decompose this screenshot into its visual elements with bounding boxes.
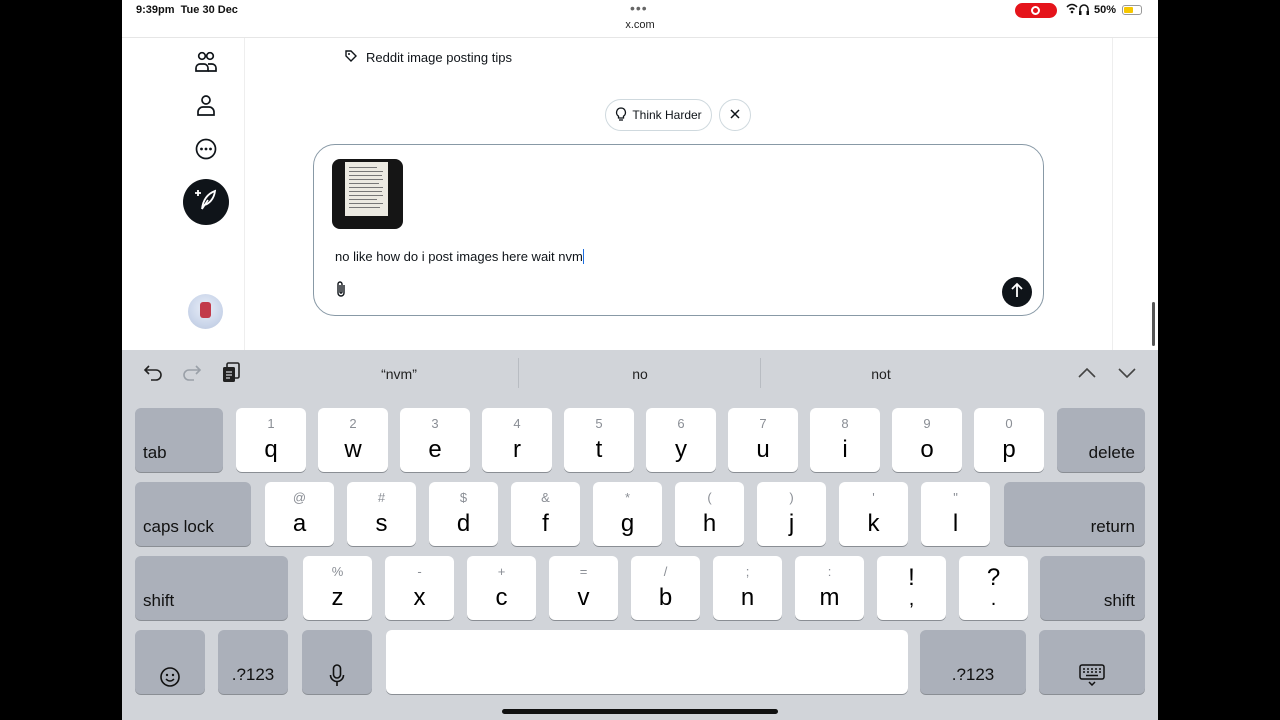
think-harder-button[interactable]: Think Harder	[605, 99, 712, 131]
status-time: 9:39pm Tue 30 Dec	[136, 4, 238, 16]
key-exclaim-comma[interactable]: !,	[877, 556, 946, 620]
key-t[interactable]: 5t	[564, 408, 634, 472]
composer-input[interactable]: no like how do i post images here wait n…	[335, 249, 585, 264]
paperclip-icon	[334, 280, 348, 303]
key-v[interactable]: = v	[549, 556, 618, 620]
suggested-prompt-label: Reddit image posting tips	[366, 50, 512, 65]
hide-keyboard-key[interactable]	[1039, 630, 1145, 694]
chevron-up-icon[interactable]	[1076, 362, 1098, 384]
key-e[interactable]: 3e	[400, 408, 470, 472]
suggested-prompt[interactable]: Reddit image posting tips	[344, 49, 512, 66]
close-icon	[730, 106, 740, 124]
composer-text: no like how do i post images here wait n…	[335, 249, 583, 264]
avatar[interactable]	[188, 294, 223, 329]
tab-key[interactable]: tab	[135, 408, 223, 472]
compose-post-button[interactable]	[183, 179, 229, 225]
key-y[interactable]: 6y	[646, 408, 716, 472]
suggestion-divider	[518, 358, 519, 388]
lightbulb-icon	[615, 106, 627, 124]
profile-icon[interactable]	[192, 91, 220, 119]
key-z[interactable]: % z	[303, 556, 372, 620]
arrow-up-icon	[1010, 282, 1024, 303]
space-key[interactable]	[386, 630, 908, 694]
suggestion-divider	[760, 358, 761, 388]
key-g[interactable]: * g	[593, 482, 662, 546]
key-c[interactable]: + c	[467, 556, 536, 620]
record-icon	[1031, 6, 1040, 15]
more-icon[interactable]	[192, 135, 220, 163]
battery-percent: 50%	[1094, 4, 1117, 16]
close-button[interactable]	[719, 99, 751, 131]
paste-icon[interactable]	[220, 362, 242, 384]
compose-post-icon	[194, 188, 218, 217]
shift-key-right[interactable]: shift	[1040, 556, 1145, 620]
send-button[interactable]	[1002, 277, 1032, 307]
key-f[interactable]: & f	[511, 482, 580, 546]
key-h[interactable]: (h	[675, 482, 744, 546]
tag-icon	[344, 49, 358, 66]
key-q[interactable]: 1q	[236, 408, 306, 472]
suggestion-2[interactable]: no	[590, 366, 690, 382]
message-composer[interactable]: no like how do i post images here wait n…	[313, 144, 1044, 316]
attach-button[interactable]	[331, 280, 351, 303]
key-r[interactable]: 4r	[482, 408, 552, 472]
address-label[interactable]: x.com	[122, 19, 1158, 31]
on-screen-keyboard: “nvm” no not tab 1q 2w 3e 4r 5t 6y 7u 8i…	[122, 350, 1158, 720]
key-i[interactable]: 8i	[810, 408, 880, 472]
key-p[interactable]: 0p	[974, 408, 1044, 472]
key-d[interactable]: $ d	[429, 482, 498, 546]
column-divider	[1112, 38, 1113, 350]
key-k[interactable]: ' k	[839, 482, 908, 546]
status-bar: 9:39pm Tue 30 Dec ••• x.com 50%	[122, 0, 1158, 38]
text-cursor	[582, 249, 585, 264]
scrollbar[interactable]	[1152, 302, 1155, 346]
undo-icon[interactable]	[142, 362, 164, 384]
delete-key[interactable]: delete	[1057, 408, 1145, 472]
shift-key-left[interactable]: shift	[135, 556, 288, 620]
key-b[interactable]: / b	[631, 556, 700, 620]
key-n[interactable]: ; n	[713, 556, 782, 620]
key-u[interactable]: 7u	[728, 408, 798, 472]
chevron-down-icon[interactable]	[1116, 362, 1138, 384]
key-m[interactable]: :m	[795, 556, 864, 620]
home-indicator[interactable]	[502, 709, 778, 714]
suggestion-1[interactable]: “nvm”	[349, 366, 449, 382]
key-x[interactable]: -x	[385, 556, 454, 620]
suggestion-3[interactable]: not	[831, 366, 931, 382]
key-s[interactable]: # s	[347, 482, 416, 546]
caps-lock-key[interactable]: caps lock	[135, 482, 251, 546]
key-question-period[interactable]: ?.	[959, 556, 1028, 620]
screen-recording-indicator[interactable]	[1015, 3, 1057, 18]
key-o[interactable]: 9o	[892, 408, 962, 472]
communities-icon[interactable]	[192, 48, 220, 76]
numbers-key-right[interactable]: .?123	[920, 630, 1026, 694]
think-harder-label: Think Harder	[632, 108, 702, 122]
dictation-key[interactable]	[302, 630, 372, 694]
multitasking-dots[interactable]: •••	[630, 0, 648, 16]
redo-icon[interactable]	[181, 362, 203, 384]
emoji-icon	[159, 666, 181, 693]
wifi-headphones-icon	[1066, 2, 1090, 19]
sidebar-nav	[122, 38, 245, 350]
ipad-screen: 9:39pm Tue 30 Dec ••• x.com 50% Reddit i…	[122, 0, 1158, 720]
emoji-key[interactable]	[135, 630, 205, 694]
key-w[interactable]: 2w	[318, 408, 388, 472]
microphone-icon	[329, 664, 345, 693]
battery-icon	[1122, 5, 1142, 15]
key-l[interactable]: " l	[921, 482, 990, 546]
keyboard-dismiss-icon	[1079, 664, 1105, 691]
key-a[interactable]: @ a	[265, 482, 334, 546]
numbers-key-left[interactable]: .?123	[218, 630, 288, 694]
return-key[interactable]: return	[1004, 482, 1145, 546]
key-j[interactable]: ) j	[757, 482, 826, 546]
attached-image-thumbnail[interactable]	[332, 159, 403, 229]
